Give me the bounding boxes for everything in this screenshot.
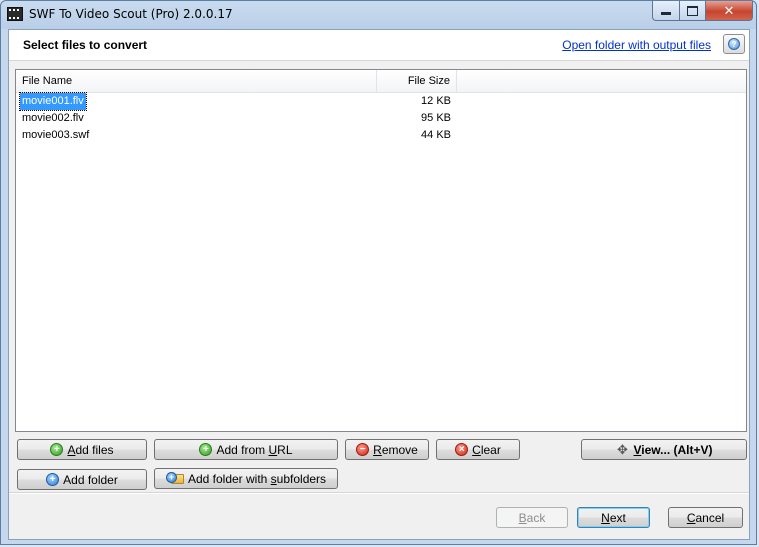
column-header-file-name[interactable]: File Name <box>16 70 377 92</box>
back-button[interactable]: Back <box>496 507 568 528</box>
maximize-icon <box>687 5 698 16</box>
add-folder-with-subfolders-label: Add folder with subfolders <box>187 471 327 486</box>
close-icon: ✕ <box>723 2 735 18</box>
add-circle-icon: + <box>199 443 213 456</box>
app-window: SWF To Video Scout (Pro) 2.0.0.17 ✕ Sele… <box>0 0 757 545</box>
next-button[interactable]: Next <box>577 507 650 528</box>
cancel-label: Cancel <box>686 510 725 525</box>
view-button[interactable]: ✥ View... (Alt+V) <box>581 439 747 460</box>
file-row[interactable]: movie001.flv 12 KB <box>16 92 746 111</box>
file-list-header: File Name File Size <box>16 70 746 93</box>
file-size-cell: 12 KB <box>421 95 451 107</box>
title-bar[interactable]: SWF To Video Scout (Pro) 2.0.0.17 ✕ <box>1 1 758 29</box>
add-folder-with-subfolders-button[interactable]: + Add folder with subfolders <box>154 468 338 489</box>
wizard-header: Select files to convert Open folder with… <box>9 30 749 61</box>
open-output-folder-link[interactable]: Open folder with output files <box>562 38 711 52</box>
file-row[interactable]: movie003.swf 44 KB <box>16 127 746 144</box>
folder-add-icon: + <box>165 472 184 485</box>
back-label: Back <box>518 510 546 525</box>
add-folder-circle-icon: + <box>46 473 60 486</box>
film-strip-icon <box>7 7 23 21</box>
clear-label: Clear <box>472 442 501 457</box>
column-header-file-size[interactable]: File Size <box>377 70 457 92</box>
file-size-cell: 44 KB <box>421 129 451 141</box>
remove-label: Remove <box>373 442 418 457</box>
maximize-button[interactable] <box>679 1 706 21</box>
window-title: SWF To Video Scout (Pro) 2.0.0.17 <box>29 7 233 21</box>
minimize-icon <box>661 12 671 15</box>
file-row[interactable]: movie002.flv 95 KB <box>16 110 746 127</box>
add-folder-label: Add folder <box>63 472 118 487</box>
view-label: View... (Alt+V) <box>633 442 713 457</box>
add-circle-icon: + <box>50 443 64 456</box>
file-list-body: movie001.flv 12 KB movie002.flv 95 KB movie0… <box>16 92 746 144</box>
file-size-cell: 95 KB <box>421 112 451 124</box>
remove-circle-icon: − <box>356 443 370 456</box>
cancel-button[interactable]: Cancel <box>668 507 743 528</box>
add-files-label: Add files <box>67 442 114 457</box>
page-title: Select files to convert <box>23 38 148 52</box>
next-label: Next <box>601 510 626 525</box>
add-files-button[interactable]: + Add files <box>17 439 147 460</box>
file-name-cell: movie003.swf <box>22 129 90 141</box>
remove-button[interactable]: − Remove <box>345 439 429 460</box>
help-button[interactable]: ? <box>723 34 745 54</box>
file-name-cell: movie002.flv <box>22 112 84 124</box>
add-folder-button[interactable]: + Add folder <box>17 469 147 490</box>
clear-circle-icon: × <box>455 443 469 456</box>
add-from-url-label: Add from URL <box>216 442 293 457</box>
minimize-button[interactable] <box>652 1 680 21</box>
file-name-cell: movie001.flv <box>19 92 87 111</box>
clear-button[interactable]: × Clear <box>436 439 520 460</box>
move-arrows-icon: ✥ <box>617 441 628 457</box>
add-from-url-button[interactable]: + Add from URL <box>154 439 338 460</box>
footer-divider <box>9 492 749 494</box>
help-icon: ? <box>728 38 740 50</box>
close-button[interactable]: ✕ <box>705 1 753 21</box>
wizard-panel: Select files to convert Open folder with… <box>8 29 750 540</box>
file-list[interactable]: File Name File Size movie001.flv 12 KB mov… <box>15 69 747 432</box>
